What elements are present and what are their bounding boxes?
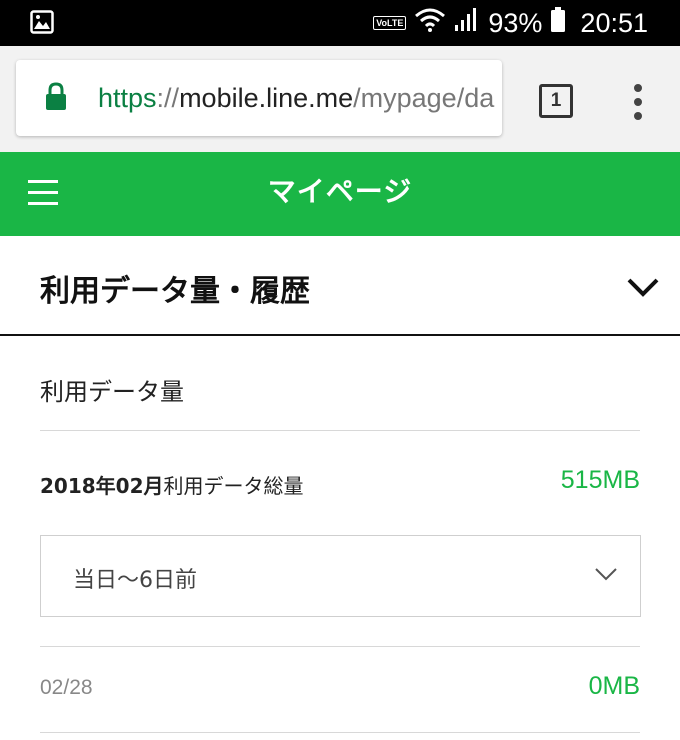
address-bar[interactable]: https://mobile.line.me/mypage/da <box>16 60 502 136</box>
status-bar: VoLTE 93% 20:51 <box>0 0 680 46</box>
total-usage-label: 2018年02月利用データ総量 <box>40 470 304 499</box>
range-select[interactable]: 当日〜6日前 <box>40 535 641 617</box>
day-value: 0MB <box>588 672 640 700</box>
section-header[interactable]: 利用データ量・履歴 <box>0 236 680 336</box>
app-header: マイページ <box>0 152 680 236</box>
lock-icon <box>44 82 68 116</box>
divider <box>40 430 640 431</box>
list-item: 02/28 0MB <box>40 668 640 704</box>
chevron-down-icon[interactable] <box>626 276 660 302</box>
browser-toolbar: https://mobile.line.me/mypage/da 1 <box>0 46 680 152</box>
section-title: 利用データ量・履歴 <box>40 274 310 309</box>
day-date: 02/28 <box>40 676 93 699</box>
total-usage-period: 2018年02月 <box>40 474 164 498</box>
page-title: マイページ <box>267 175 413 208</box>
chevron-down-icon <box>594 566 618 586</box>
more-vert-icon[interactable] <box>626 80 650 124</box>
signal-icon <box>454 7 478 40</box>
total-usage-row: 2018年02月利用データ総量 515MB <box>40 466 640 500</box>
wifi-icon <box>414 7 446 40</box>
divider <box>40 646 640 647</box>
url-path: /mypage/da <box>353 83 495 113</box>
url-host: mobile.line.me <box>179 83 354 113</box>
tab-switcher-button[interactable]: 1 <box>539 84 573 118</box>
total-usage-text: 利用データ総量 <box>163 474 304 498</box>
battery-icon <box>550 6 566 40</box>
range-select-value: 当日〜6日前 <box>73 568 197 593</box>
url-scheme: https <box>98 83 157 113</box>
gallery-icon <box>30 10 54 38</box>
divider <box>40 732 640 733</box>
usage-subheading: 利用データ量 <box>40 378 184 406</box>
volte-badge: VoLTE <box>373 16 407 30</box>
url-separator: :// <box>156 83 180 113</box>
battery-percent: 93% <box>488 7 543 38</box>
total-usage-value: 515MB <box>560 466 640 494</box>
url-text: https://mobile.line.me/mypage/da <box>98 60 502 136</box>
clock: 20:51 <box>580 7 648 38</box>
